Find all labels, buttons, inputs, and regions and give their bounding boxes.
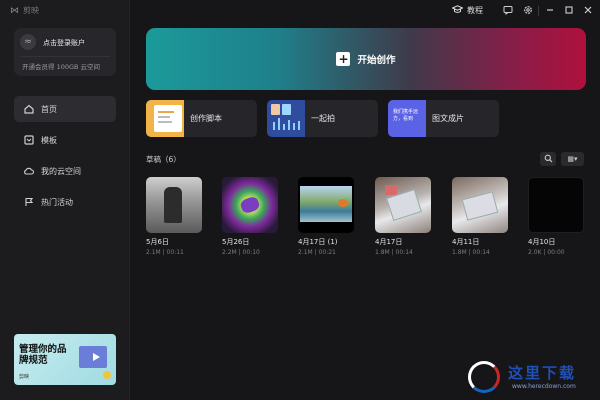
app-name: 剪映 <box>23 6 39 15</box>
draft-meta: 1.8M | 00:14 <box>375 249 413 256</box>
sidebar: ⋈ 剪映 ≈ 点击登录账户 开通会员得 100GB 云空间 首页 模板 我的云空… <box>0 0 130 400</box>
message-icon[interactable] <box>502 5 514 17</box>
tool-label: 图文成片 <box>432 114 464 123</box>
tool-shoot-together-card[interactable]: 一起拍 <box>267 100 378 137</box>
draft-thumbnail[interactable] <box>222 177 278 233</box>
draft-item[interactable]: 4月17日 1.8M | 00:14 <box>375 177 431 256</box>
draft-date: 4月11日 <box>452 238 480 246</box>
watermark-url: www.herecdown.com <box>512 383 576 390</box>
gear-icon[interactable] <box>522 5 534 17</box>
banner-tag: 剪映 <box>19 374 30 380</box>
draft-thumbnail[interactable] <box>375 177 431 233</box>
object-image <box>385 185 397 195</box>
chevron-down-icon: ▾ <box>574 155 578 163</box>
draft-item[interactable]: 5月26日 2.2M | 00:10 <box>222 177 278 256</box>
draft-meta: 2.0K | 00:00 <box>528 249 565 256</box>
titlebar-divider <box>538 6 539 16</box>
tutorial-label: 教程 <box>467 6 483 15</box>
object-image <box>461 191 499 221</box>
draft-date: 5月6日 <box>146 238 169 246</box>
banner-text: 管理你的品牌规范 <box>19 344 67 366</box>
avatar[interactable]: ≈ <box>20 34 36 50</box>
start-creating-label: 开始创作 <box>357 55 396 66</box>
statue-image <box>164 187 182 223</box>
tool-script-card[interactable]: 创作脚本 <box>146 100 257 137</box>
document-line <box>158 121 172 123</box>
tutorial-button[interactable]: 教程 <box>451 5 483 16</box>
draft-item[interactable]: 4月10日 2.0K | 00:00 <box>528 177 584 256</box>
home-icon <box>23 104 34 115</box>
sidebar-item-template[interactable]: 模板 <box>14 127 116 153</box>
draft-meta: 1.8M | 00:14 <box>452 249 490 256</box>
minimize-icon[interactable] <box>544 5 556 17</box>
draft-item[interactable]: 4月11日 1.8M | 00:14 <box>452 177 508 256</box>
login-link[interactable]: 点击登录账户 <box>43 38 85 48</box>
draft-thumbnail[interactable] <box>146 177 202 233</box>
shoot-together-thumbnail <box>267 100 305 137</box>
draft-thumbnail[interactable] <box>298 177 354 233</box>
brand-banner[interactable]: 管理你的品牌规范 剪映 <box>14 334 116 385</box>
titlebar: 教程 <box>130 0 600 24</box>
template-icon <box>23 135 34 146</box>
sidebar-item-label: 首页 <box>41 104 57 114</box>
audio-bar <box>273 122 275 130</box>
draft-date: 5月26日 <box>222 238 250 246</box>
sidebar-item-label: 热门活动 <box>41 197 73 207</box>
view-toggle-button[interactable]: ▦▾ <box>561 152 584 166</box>
watermark-title: 这里下载 <box>508 364 577 382</box>
draft-date: 4月17日 <box>375 238 403 246</box>
draft-item[interactable]: 4月17日 (1) 2.1M | 00:21 <box>298 177 354 256</box>
search-icon[interactable] <box>540 152 556 166</box>
banner-decoration-dot <box>103 371 111 379</box>
account-divider <box>20 56 110 57</box>
draft-thumbnail[interactable] <box>452 177 508 233</box>
draft-meta: 2.2M | 00:10 <box>222 249 260 256</box>
draft-date: 4月17日 (1) <box>298 238 338 246</box>
audio-bar <box>293 123 295 130</box>
audio-bar <box>288 120 290 130</box>
cloud-icon <box>23 166 34 177</box>
tool-text-to-video-card[interactable]: 我们携手远方，看到 图文成片 <box>388 100 499 137</box>
document-line <box>158 116 170 118</box>
start-creating-button[interactable]: + 开始创作 <box>146 28 586 90</box>
audio-bar <box>298 121 300 130</box>
plus-icon: + <box>336 52 351 66</box>
sidebar-item-label: 模板 <box>41 135 57 145</box>
account-card[interactable]: ≈ 点击登录账户 开通会员得 100GB 云空间 <box>14 28 116 76</box>
sidebar-item-events[interactable]: 热门活动 <box>14 189 116 215</box>
play-icon <box>93 353 100 361</box>
draft-meta: 2.1M | 00:21 <box>298 249 336 256</box>
audio-bar <box>283 124 285 130</box>
sidebar-item-label: 我的云空间 <box>41 166 81 176</box>
photo-illustration <box>271 104 280 115</box>
draft-meta: 2.1M | 00:11 <box>146 249 184 256</box>
script-thumbnail <box>146 100 184 137</box>
document-illustration <box>154 105 182 132</box>
thumbnail-caption: 我们携手远方，看到 <box>393 109 419 122</box>
document-line <box>158 111 174 113</box>
drafts-title: 草稿（6） <box>146 155 181 164</box>
sidebar-item-cloud[interactable]: 我的云空间 <box>14 158 116 184</box>
jianying-logo-icon: ⋈ <box>10 5 19 16</box>
watermark-logo-icon <box>468 361 500 393</box>
draft-item[interactable]: 5月6日 2.1M | 00:11 <box>146 177 202 256</box>
gem-image <box>239 195 261 215</box>
tool-label: 创作脚本 <box>190 114 222 123</box>
vip-promo[interactable]: 开通会员得 100GB 云空间 <box>22 61 100 71</box>
app-logo: ⋈ 剪映 <box>10 5 39 16</box>
bird-image <box>338 199 348 207</box>
graduation-cap-icon <box>451 5 464 16</box>
draft-date: 4月10日 <box>528 238 556 246</box>
text-to-video-thumbnail: 我们携手远方，看到 <box>388 100 426 137</box>
flag-icon <box>23 197 34 208</box>
site-watermark: 这里下载 www.herecdown.com <box>464 358 598 396</box>
audio-bar <box>278 118 280 130</box>
draft-thumbnail[interactable] <box>528 177 584 233</box>
close-icon[interactable] <box>582 5 594 17</box>
maximize-icon[interactable] <box>563 5 575 17</box>
sidebar-nav: 首页 模板 我的云空间 热门活动 <box>14 96 116 220</box>
photo-illustration <box>282 104 291 115</box>
sidebar-item-home[interactable]: 首页 <box>14 96 116 122</box>
tool-label: 一起拍 <box>311 114 335 123</box>
